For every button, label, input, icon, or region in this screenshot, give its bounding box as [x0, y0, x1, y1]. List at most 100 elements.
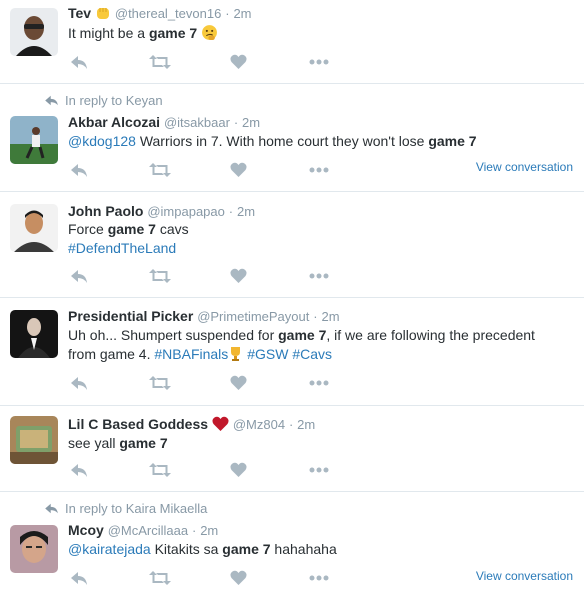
more-options-icon[interactable]: [309, 462, 329, 480]
reply-icon[interactable]: [70, 570, 90, 588]
more-options-icon[interactable]: [309, 54, 329, 72]
reply-arrow-icon: [45, 95, 58, 106]
more-options-icon[interactable]: [309, 375, 329, 393]
fist-emoji-icon: [95, 5, 111, 25]
display-name[interactable]: John Paolo: [68, 203, 143, 219]
search-term-highlight: game 7: [119, 435, 168, 451]
tweet-text-part: Uh oh... Shumpert suspended for: [68, 327, 279, 343]
search-term-highlight: game 7: [222, 541, 271, 557]
user-handle[interactable]: @McArcillaaa: [108, 523, 188, 538]
like-heart-icon[interactable]: [230, 375, 250, 393]
tweet[interactable]: In reply to Kaira Mikaella Mcoy @McArcil…: [0, 492, 584, 590]
avatar[interactable]: [10, 204, 58, 252]
thinking-face-emoji-icon: [201, 24, 218, 46]
tweet-text-part: from game 4.: [68, 346, 155, 362]
avatar[interactable]: [10, 116, 58, 164]
reply-context[interactable]: In reply to Kaira Mikaella: [44, 501, 207, 517]
display-name[interactable]: Tev: [68, 5, 91, 21]
retweet-icon[interactable]: [149, 162, 171, 180]
display-name[interactable]: Presidential Picker: [68, 308, 193, 324]
tweet-header: Akbar Alcozai @itsakbaar · 2m: [68, 113, 260, 132]
tweet-text-part: It might be a: [68, 25, 149, 41]
mention-link[interactable]: @kairatejada: [68, 541, 151, 557]
tweet[interactable]: Lil C Based Goddess @Mz804 · 2m see yall…: [0, 406, 584, 492]
avatar-image: [10, 204, 58, 252]
user-handle[interactable]: @thereal_tevon16: [115, 6, 221, 21]
avatar-image: [10, 525, 58, 573]
like-heart-icon[interactable]: [230, 570, 250, 588]
reply-icon[interactable]: [70, 54, 90, 72]
hashtag-link[interactable]: #GSW: [247, 346, 288, 362]
reply-context[interactable]: In reply to Keyan: [44, 93, 163, 109]
separator-dot: ·: [233, 115, 239, 130]
user-handle[interactable]: @itsakbaar: [164, 115, 230, 130]
retweet-icon[interactable]: [149, 268, 171, 286]
tweet-text-part: hahahaha: [270, 541, 337, 557]
tweet-text-part: Warriors in 7. With home court they won'…: [135, 133, 429, 149]
tweet-text-part: Kitakits sa: [150, 541, 223, 557]
reply-icon[interactable]: [70, 162, 90, 180]
timestamp[interactable]: 2m: [200, 523, 218, 538]
tweet-text: Uh oh... Shumpert suspended for game 7, …: [68, 326, 568, 367]
tweet-text-part: , if we are following the precedent: [326, 327, 535, 343]
timestamp[interactable]: 2m: [322, 309, 340, 324]
more-options-icon[interactable]: [309, 268, 329, 286]
hashtag-link[interactable]: #Cavs: [292, 346, 332, 362]
display-name[interactable]: Akbar Alcozai: [68, 114, 160, 130]
like-heart-icon[interactable]: [230, 462, 250, 480]
avatar-image: [10, 310, 58, 358]
avatar[interactable]: [10, 525, 58, 573]
tweet-header: John Paolo @impapapao · 2m: [68, 202, 255, 221]
separator-dot: ·: [313, 309, 318, 324]
user-handle[interactable]: @impapapao: [147, 204, 225, 219]
retweet-icon[interactable]: [149, 570, 171, 588]
hashtag-link[interactable]: #NBAFinals: [154, 346, 228, 362]
tweet-text-part: Force: [68, 221, 108, 237]
tweet-header: Mcoy @McArcillaaa · 2m: [68, 521, 218, 540]
separator-dot: ·: [191, 523, 197, 538]
tweet-header: Tev @thereal_tevon16 · 2m: [68, 4, 252, 25]
reply-to-name[interactable]: Keyan: [126, 93, 163, 108]
tweet-header: Lil C Based Goddess @Mz804 · 2m: [68, 415, 315, 436]
timestamp[interactable]: 2m: [242, 115, 260, 130]
more-options-icon[interactable]: [309, 570, 329, 588]
reply-icon[interactable]: [70, 268, 90, 286]
mention-link[interactable]: @kdog128: [68, 133, 136, 149]
view-conversation-link[interactable]: View conversation: [476, 160, 573, 174]
user-handle[interactable]: @Mz804: [233, 417, 285, 432]
like-heart-icon[interactable]: [230, 162, 250, 180]
separator-dot: ·: [288, 417, 294, 432]
more-options-icon[interactable]: [309, 162, 329, 180]
tweet[interactable]: Presidential Picker @PrimetimePayout · 2…: [0, 298, 584, 406]
like-heart-icon[interactable]: [230, 268, 250, 286]
reply-prefix: In reply to: [65, 501, 123, 516]
reply-to-name[interactable]: Kaira Mikaella: [126, 501, 208, 516]
reply-icon[interactable]: [70, 462, 90, 480]
user-handle[interactable]: @PrimetimePayout: [197, 309, 309, 324]
display-name[interactable]: Lil C Based Goddess: [68, 416, 208, 432]
tweet-text: It might be a game 7: [68, 24, 568, 46]
timestamp[interactable]: 2m: [237, 204, 255, 219]
avatar[interactable]: [10, 310, 58, 358]
avatar[interactable]: [10, 416, 58, 464]
tweet-text-part: see yall: [68, 435, 120, 451]
tweet[interactable]: Tev @thereal_tevon16 · 2m It might be a …: [0, 0, 584, 84]
avatar-image: [10, 116, 58, 164]
tweet[interactable]: John Paolo @impapapao · 2m Force game 7 …: [0, 192, 584, 298]
retweet-icon[interactable]: [149, 462, 171, 480]
search-term-highlight: game 7: [148, 25, 198, 41]
retweet-icon[interactable]: [149, 375, 171, 393]
trophy-emoji-icon: [228, 346, 243, 367]
hashtag-link[interactable]: #DefendTheLand: [68, 240, 176, 256]
avatar[interactable]: [10, 8, 58, 56]
like-heart-icon[interactable]: [230, 54, 250, 72]
view-conversation-link[interactable]: View conversation: [476, 569, 573, 583]
display-name[interactable]: Mcoy: [68, 522, 104, 538]
timestamp[interactable]: 2m: [297, 417, 315, 432]
tweet-text-part: cavs: [155, 221, 189, 237]
search-term-highlight: game 7: [278, 327, 327, 343]
tweet[interactable]: In reply to Keyan Akbar Alcozai @itsakba…: [0, 84, 584, 192]
timestamp[interactable]: 2m: [233, 6, 251, 21]
retweet-icon[interactable]: [149, 54, 171, 72]
reply-icon[interactable]: [70, 375, 90, 393]
